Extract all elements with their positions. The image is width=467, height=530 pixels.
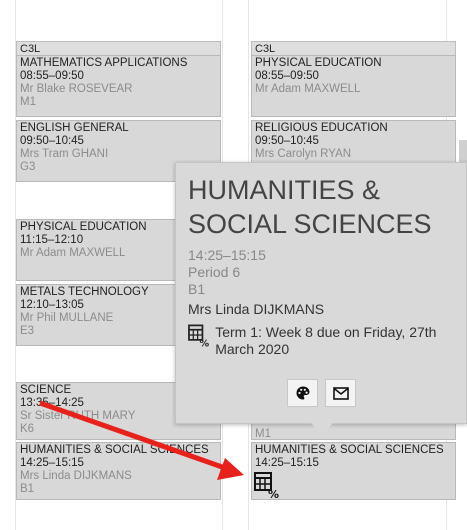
annotation-arrow [39,400,244,480]
